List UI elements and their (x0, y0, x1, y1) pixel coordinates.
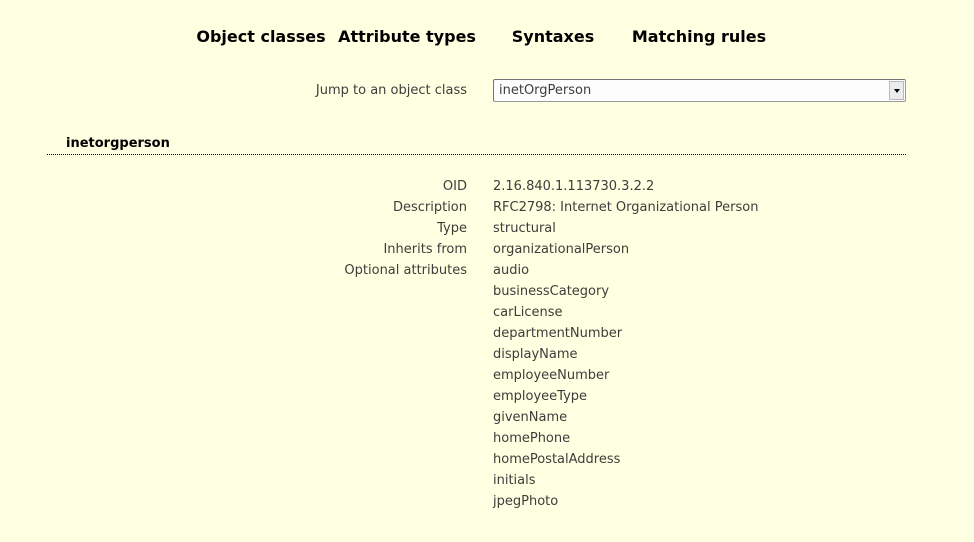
detail-label: Optional attributes (47, 260, 467, 512)
detail-value: departmentNumber (493, 323, 906, 344)
detail-label: OID (47, 176, 467, 197)
nav-object-classes[interactable]: Object classes (188, 27, 334, 46)
detail-value: structural (493, 218, 906, 239)
detail-row: Optional attributesaudiobusinessCategory… (47, 260, 906, 512)
detail-value: homePhone (493, 428, 906, 449)
detail-value: audio (493, 260, 906, 281)
detail-value: carLicense (493, 302, 906, 323)
jump-label: Jump to an object class (47, 79, 467, 102)
nav-attribute-types[interactable]: Attribute types (334, 27, 480, 46)
object-class-select-value: inetOrgPerson (494, 83, 888, 98)
details-table: OID 2.16.840.1.113730.3.2.2 Description RFC… (47, 176, 906, 512)
page-content: Jump to an object class inetOrgPerson in… (47, 79, 906, 512)
detail-value: RFC2798: Internet Organizational Person (493, 197, 906, 218)
section-title: inetorgperson (47, 136, 906, 155)
nav-syntaxes[interactable]: Syntaxes (480, 27, 626, 46)
detail-row: Type structural (47, 218, 906, 239)
detail-value: employeeType (493, 386, 906, 407)
detail-value: businessCategory (493, 281, 906, 302)
detail-row: Description RFC2798: Internet Organizatio… (47, 197, 906, 218)
object-class-select[interactable]: inetOrgPerson (493, 79, 906, 102)
select-dropdown-button[interactable] (889, 81, 904, 100)
schema-nav: Object classes Attribute types Syntaxes … (188, 27, 974, 46)
detail-label: Inherits from (47, 239, 467, 260)
detail-value: jpegPhoto (493, 491, 906, 512)
detail-value: homePostalAddress (493, 449, 906, 470)
jump-row: Jump to an object class inetOrgPerson (47, 79, 906, 102)
detail-row: Inherits from organizationalPerson (47, 239, 906, 260)
detail-value: givenName (493, 407, 906, 428)
chevron-down-icon (894, 89, 900, 93)
detail-values: structural (493, 218, 906, 239)
detail-label: Type (47, 218, 467, 239)
detail-values: organizationalPerson (493, 239, 906, 260)
detail-row: OID 2.16.840.1.113730.3.2.2 (47, 176, 906, 197)
detail-value: employeeNumber (493, 365, 906, 386)
detail-value: displayName (493, 344, 906, 365)
detail-label: Description (47, 197, 467, 218)
detail-values: audiobusinessCategorycarLicensedepartmen… (493, 260, 906, 512)
detail-value: 2.16.840.1.113730.3.2.2 (493, 176, 906, 197)
detail-value: initials (493, 470, 906, 491)
detail-value: organizationalPerson (493, 239, 906, 260)
nav-matching-rules[interactable]: Matching rules (626, 27, 772, 46)
detail-values: RFC2798: Internet Organizational Person (493, 197, 906, 218)
detail-values: 2.16.840.1.113730.3.2.2 (493, 176, 906, 197)
